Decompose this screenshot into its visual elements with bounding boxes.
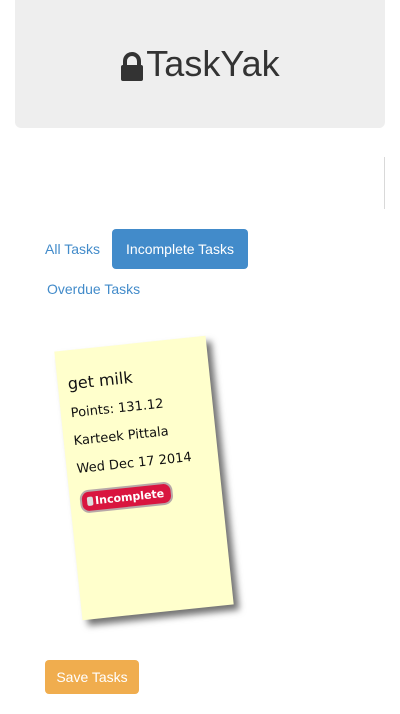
divider: [384, 157, 385, 209]
task-title: get milk: [66, 367, 134, 394]
app-title-text: TaskYak: [146, 43, 280, 84]
task-assignee: Karteek Pittala: [73, 424, 170, 450]
app-header: TaskYak: [15, 0, 385, 128]
status-label: Incomplete: [94, 487, 165, 508]
overdue-tasks-link[interactable]: Overdue Tasks: [47, 281, 140, 297]
save-tasks-button[interactable]: Save Tasks: [45, 660, 139, 694]
task-date: Wed Dec 17 2014: [75, 449, 193, 477]
task-points: Points: 131.12: [70, 396, 165, 422]
lock-icon: [120, 49, 144, 81]
all-tasks-link[interactable]: All Tasks: [45, 241, 100, 257]
app-title: TaskYak: [120, 43, 280, 85]
status-badge[interactable]: Incomplete: [78, 481, 175, 514]
checkbox-icon: [86, 496, 94, 507]
incomplete-tasks-button[interactable]: Incomplete Tasks: [112, 229, 248, 269]
task-note[interactable]: get milk Points: 131.12 Karteek Pittala …: [54, 335, 234, 621]
